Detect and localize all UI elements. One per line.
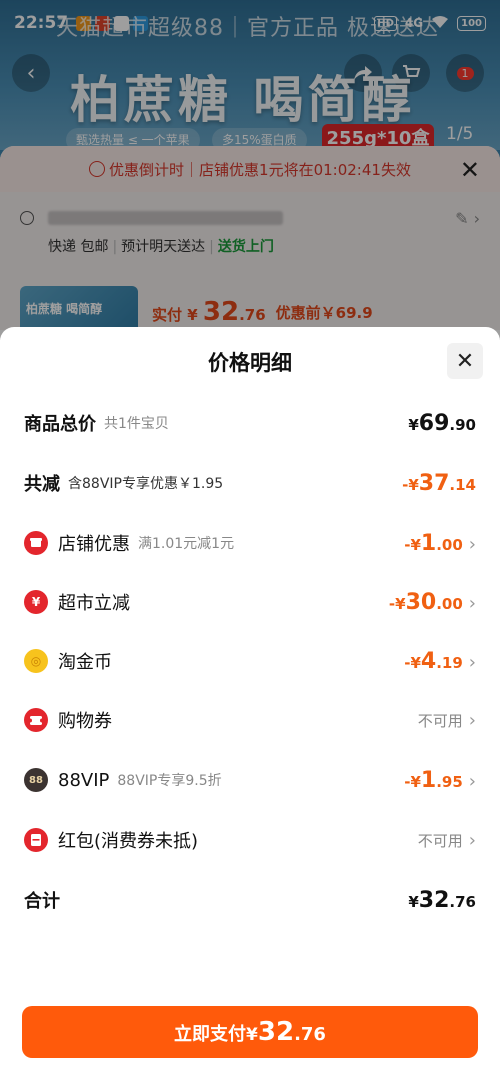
chevron-right-icon: › bbox=[468, 829, 476, 851]
currency: ¥ bbox=[246, 1025, 258, 1045]
amount-int: 30 bbox=[405, 589, 437, 615]
pay-button-label: 立即支付 bbox=[174, 1024, 247, 1045]
row-sub: 共1件宝贝 bbox=[104, 416, 169, 432]
row-label: 购物券 bbox=[58, 711, 112, 732]
row-value: 不可用 › bbox=[418, 830, 476, 851]
coin-icon: ◎ bbox=[24, 649, 48, 673]
row-value: -¥ 1.00 › bbox=[404, 531, 476, 556]
amount-dec: .19 bbox=[436, 653, 463, 672]
row-label: 超市立减 bbox=[58, 593, 130, 614]
row-sub: 满1.01元减1元 bbox=[138, 536, 235, 552]
amount-dec: .00 bbox=[436, 535, 463, 554]
row-label: 共减 bbox=[24, 474, 60, 495]
chevron-right-icon: › bbox=[468, 651, 476, 673]
chevron-right-icon: › bbox=[468, 709, 476, 731]
amount-int: 1 bbox=[420, 767, 437, 793]
currency: -¥ bbox=[402, 475, 419, 494]
amount-dec: .14 bbox=[449, 475, 476, 494]
row-value: ¥69.90 bbox=[408, 411, 476, 436]
row-value: -¥ 30.00 › bbox=[389, 590, 476, 615]
red-packet-icon bbox=[24, 828, 48, 852]
chevron-right-icon: › bbox=[468, 770, 476, 792]
close-icon: ✕ bbox=[455, 348, 475, 374]
row-taojinbi[interactable]: ◎ 淘金币 -¥ 4.19 › bbox=[24, 643, 476, 679]
amount-int: 37 bbox=[418, 470, 450, 496]
currency: -¥ bbox=[388, 594, 406, 613]
amount-int: 1 bbox=[420, 530, 437, 556]
row-total-discount: 共减 含88VIP专享优惠￥1.95 -¥ 37.14 bbox=[24, 465, 476, 501]
row-sub: 88VIP专享9.5折 bbox=[117, 773, 222, 789]
row-value: -¥ 1.95 › bbox=[404, 768, 476, 793]
unavailable-text: 不可用 bbox=[417, 831, 463, 850]
currency: -¥ bbox=[404, 772, 421, 791]
row-value: ¥32.76 bbox=[408, 888, 476, 913]
store-icon bbox=[24, 531, 48, 555]
row-red-packet[interactable]: 红包(消费券未抵) 不可用 › bbox=[24, 822, 476, 858]
row-supermarket-discount[interactable]: ¥ 超市立减 -¥ 30.00 › bbox=[24, 584, 476, 620]
pay-amount-dec: .76 bbox=[294, 1024, 326, 1045]
currency: -¥ bbox=[404, 535, 421, 554]
amount-dec: .00 bbox=[436, 594, 463, 613]
row-label: 88VIP bbox=[58, 769, 110, 791]
close-button[interactable]: ✕ bbox=[447, 343, 483, 379]
row-label: 红包(消费券未抵) bbox=[58, 831, 199, 852]
row-store-discount[interactable]: 店铺优惠 满1.01元减1元 -¥ 1.00 › bbox=[24, 525, 476, 561]
amount-int: 4 bbox=[420, 648, 437, 674]
row-88vip[interactable]: 88 88VIP 88VIP专享9.5折 -¥ 1.95 › bbox=[24, 762, 476, 798]
sheet-title: 价格明细 bbox=[208, 351, 292, 375]
row-shopping-coupon[interactable]: 购物券 不可用 › bbox=[24, 702, 476, 738]
amount-dec: .95 bbox=[436, 772, 463, 791]
unavailable-text: 不可用 bbox=[417, 711, 463, 730]
row-value: 不可用 › bbox=[418, 710, 476, 731]
currency: -¥ bbox=[404, 653, 421, 672]
yuan-discount-icon: ¥ bbox=[24, 590, 48, 614]
row-value: -¥ 4.19 › bbox=[404, 649, 476, 674]
chevron-right-icon: › bbox=[468, 592, 476, 614]
currency: ¥ bbox=[408, 892, 419, 911]
vip-88-icon: 88 bbox=[24, 768, 48, 792]
row-label: 店铺优惠 bbox=[58, 534, 130, 555]
currency: ¥ bbox=[408, 415, 419, 434]
price-detail-sheet: 价格明细 ✕ 商品总价 共1件宝贝 ¥69.90 共减 含88VIP专享优惠￥1… bbox=[0, 327, 500, 1069]
coupon-icon bbox=[24, 708, 48, 732]
row-grand-total: 合计 ¥32.76 bbox=[24, 882, 476, 918]
pay-now-button[interactable]: 立即支付 ¥ 32 .76 bbox=[22, 1006, 478, 1058]
chevron-right-icon: › bbox=[468, 533, 476, 555]
pay-amount-int: 32 bbox=[257, 1017, 295, 1047]
row-label: 商品总价 bbox=[24, 414, 96, 435]
row-value: -¥ 37.14 bbox=[402, 471, 476, 496]
amount-dec: .90 bbox=[449, 415, 476, 434]
row-total-price: 商品总价 共1件宝贝 ¥69.90 bbox=[24, 405, 476, 441]
amount-dec: .76 bbox=[449, 892, 476, 911]
modal-overlay[interactable] bbox=[0, 0, 500, 340]
row-label: 淘金币 bbox=[58, 652, 112, 673]
row-sub: 含88VIP专享优惠￥1.95 bbox=[68, 476, 224, 492]
row-label: 合计 bbox=[24, 891, 60, 912]
amount-int: 32 bbox=[418, 887, 450, 913]
amount-int: 69 bbox=[418, 410, 450, 436]
